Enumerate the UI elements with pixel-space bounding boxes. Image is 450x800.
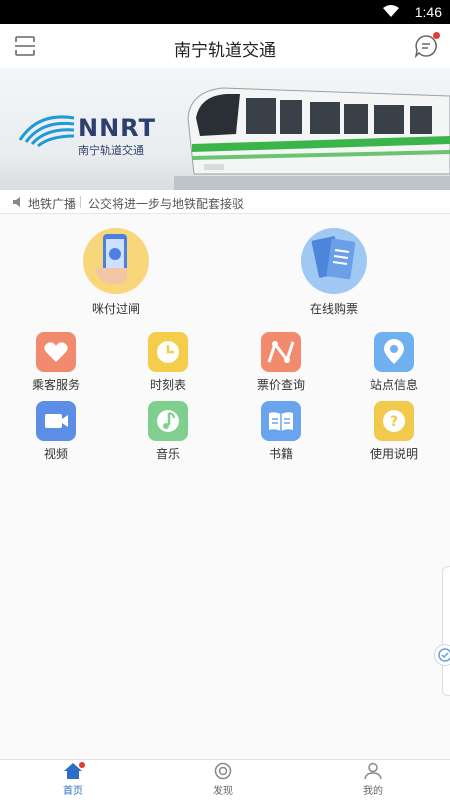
mipay-gate-button[interactable]: 咪付过闸 <box>56 228 176 317</box>
tab-profile-label: 我的 <box>363 786 383 797</box>
message-badge <box>433 32 440 39</box>
timetable-button[interactable]: 时刻表 <box>133 332 203 393</box>
side-drawer-handle[interactable] <box>442 566 450 696</box>
user-guide-button[interactable]: ? 使用说明 <box>359 401 429 462</box>
status-bar: 1:46 <box>0 0 450 24</box>
tab-discover[interactable]: 发现 <box>173 762 273 797</box>
tab-profile[interactable]: 我的 <box>323 762 423 797</box>
notice-text[interactable]: 公交将进一步与地铁配套接驳 <box>88 195 244 212</box>
ticket-icon <box>301 228 367 294</box>
train-image <box>174 87 450 190</box>
location-icon <box>374 332 414 372</box>
tab-discover-label: 发现 <box>213 786 233 797</box>
video-button[interactable]: 视频 <box>21 401 91 462</box>
app-header: 南宁轨道交通 <box>0 24 450 68</box>
station-info-label: 站点信息 <box>369 378 418 392</box>
nnrt-logo: NNRT 南宁轨道交通 <box>18 106 173 162</box>
page-title: 南宁轨道交通 <box>174 41 276 60</box>
music-button[interactable]: 音乐 <box>133 401 203 462</box>
books-label: 书籍 <box>268 447 293 461</box>
tab-home[interactable]: 首页 <box>23 762 123 797</box>
brand-text: NNRT <box>78 114 156 142</box>
music-icon <box>148 401 188 441</box>
book-icon <box>261 401 301 441</box>
fare-query-button[interactable]: 票价查询 <box>246 332 316 393</box>
notice-bar[interactable]: 地铁广播 公交将进一步与地铁配套接驳 <box>0 190 450 214</box>
video-label: 视频 <box>43 447 68 461</box>
heart-icon <box>36 332 76 372</box>
discover-icon <box>214 762 232 780</box>
tab-home-label: 首页 <box>63 786 83 797</box>
online-ticket-button[interactable]: 在线购票 <box>274 228 394 317</box>
check-circle-icon <box>438 648 450 662</box>
books-button[interactable]: 书籍 <box>246 401 316 462</box>
route-icon <box>261 332 301 372</box>
user-guide-label: 使用说明 <box>369 447 418 461</box>
message-button[interactable] <box>414 32 440 59</box>
wifi-icon <box>383 5 399 17</box>
online-ticket-label: 在线购票 <box>309 302 358 316</box>
notice-label: 地铁广播 <box>28 197 77 211</box>
fare-query-label: 票价查询 <box>256 378 305 392</box>
music-label: 音乐 <box>155 447 180 461</box>
video-icon <box>36 401 76 441</box>
svg-text:?: ? <box>390 414 398 430</box>
banner[interactable]: NNRT 南宁轨道交通 <box>0 68 450 190</box>
floating-assist-button[interactable] <box>434 644 450 666</box>
passenger-service-label: 乘客服务 <box>31 378 80 392</box>
clock-icon <box>148 332 188 372</box>
timetable-label: 时刻表 <box>149 378 186 392</box>
notice-divider <box>80 196 81 208</box>
speaker-icon <box>13 197 20 207</box>
help-icon: ? <box>374 401 414 441</box>
status-time: 1:46 <box>414 4 442 20</box>
phone-gate-icon <box>83 228 149 294</box>
mipay-gate-label: 咪付过闸 <box>91 302 140 316</box>
brand-text-cn: 南宁轨道交通 <box>78 145 144 157</box>
station-info-button[interactable]: 站点信息 <box>359 332 429 393</box>
bottom-tab-bar: 首页 发现 我的 <box>0 759 450 800</box>
passenger-service-button[interactable]: 乘客服务 <box>21 332 91 393</box>
main-content: 咪付过闸 在线购票 乘客服务 时刻表 票价查询 站点信息 视频 音乐 书籍 ? … <box>0 214 450 759</box>
profile-icon <box>364 762 382 780</box>
home-badge <box>79 762 85 768</box>
